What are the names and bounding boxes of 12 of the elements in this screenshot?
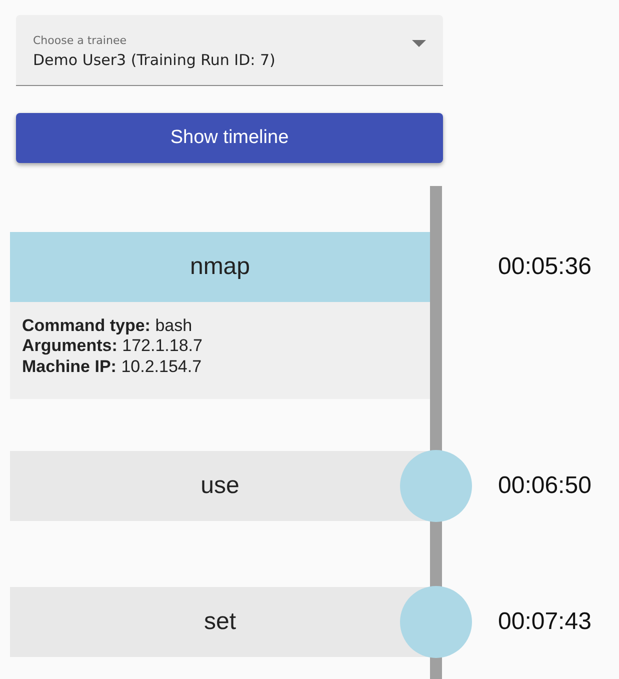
caret-icon (412, 40, 426, 46)
select-label: Choose a trainee (33, 34, 128, 46)
detail-line: Machine IP: 10.2.154.7 (22, 356, 203, 378)
event-time: 00:06:50 (498, 471, 592, 502)
event-time: 00:07:43 (498, 607, 592, 638)
trainee-select[interactable]: Choose a trainee Demo User3 (Training Run ID: 7) (16, 15, 443, 86)
select-value: Demo User3 (Training Run ID: 7) (33, 50, 276, 68)
show-timeline-button[interactable]: Show timeline (16, 113, 443, 163)
event-time: 00:05:36 (498, 252, 592, 282)
detail-line: Arguments: 172.1.18.7 (22, 336, 204, 357)
event-header[interactable]: nmap (10, 232, 430, 302)
detail-line: Command type: bash (22, 316, 194, 336)
